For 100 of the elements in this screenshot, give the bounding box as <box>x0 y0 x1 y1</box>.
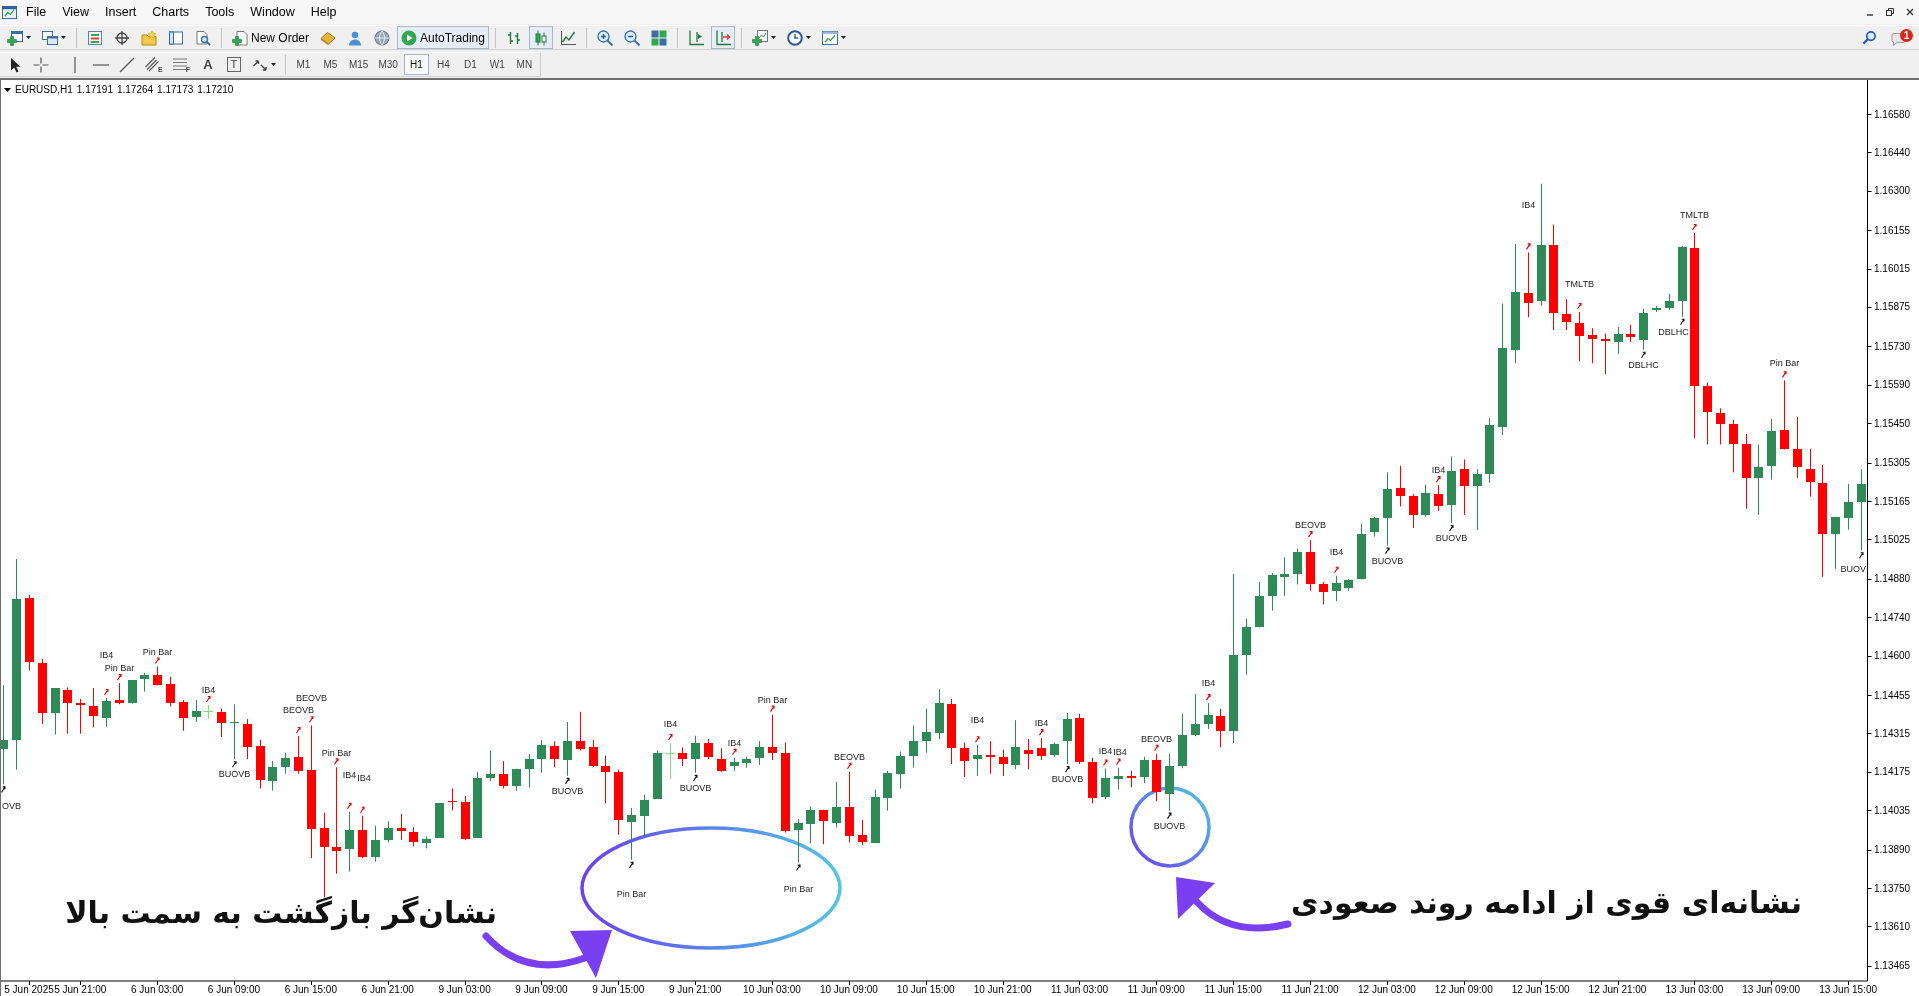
price-label: 1.14035 <box>1874 804 1911 816</box>
candle <box>1370 516 1379 538</box>
pattern-label: BEOVB <box>283 705 314 716</box>
candle <box>640 794 649 838</box>
timeframe-button[interactable]: M15 <box>344 54 373 75</box>
pattern-label: Pin Bar <box>757 694 788 705</box>
pattern-label: BUOV <box>1840 564 1866 575</box>
candle <box>1127 770 1136 788</box>
time-label: 10 Jun 03:00 <box>743 984 801 995</box>
timeframe-button[interactable]: H4 <box>430 54 456 75</box>
menu-item[interactable]: Tools <box>197 2 243 22</box>
candle <box>730 757 739 772</box>
candle <box>653 749 662 800</box>
candle <box>601 755 610 804</box>
candle <box>678 746 687 767</box>
arrow-marker-icon <box>1781 371 1787 378</box>
pattern-label: IB4 <box>1034 718 1049 729</box>
candle <box>1178 713 1187 769</box>
channel-icon <box>145 56 161 73</box>
timeframe-button[interactable]: MN <box>511 54 537 75</box>
pattern-label: Pin Bar <box>104 663 135 674</box>
text-tool[interactable]: A <box>195 53 220 76</box>
timeframe-button[interactable]: H1 <box>403 54 429 75</box>
candle <box>461 795 470 841</box>
time-label: 6 Jun 21:00 <box>361 984 414 995</box>
candle <box>563 721 572 777</box>
price-label: 1.15875 <box>1874 301 1911 313</box>
candle <box>1242 618 1251 676</box>
candle <box>691 735 700 774</box>
close-icon[interactable] <box>1905 7 1915 17</box>
candle <box>89 687 98 728</box>
candle <box>345 811 354 873</box>
pattern-label: BUOVB <box>1371 555 1404 566</box>
candle <box>358 815 367 859</box>
new-order-button[interactable]: New Order <box>228 26 313 49</box>
menu-item[interactable]: Help <box>302 2 345 22</box>
menu-item[interactable]: View <box>54 2 98 22</box>
candle <box>256 739 265 789</box>
arrow-marker-icon <box>1166 812 1172 820</box>
candle <box>858 819 867 846</box>
pattern-label: Pin Bar <box>142 646 173 657</box>
candle <box>922 708 931 754</box>
price-label: 1.15730 <box>1874 341 1911 352</box>
auto-scroll-button[interactable] <box>710 26 735 49</box>
time-label: 12 Jun 21:00 <box>1588 984 1647 995</box>
text-label-tool[interactable]: T <box>221 53 246 76</box>
candle-chart-button[interactable] <box>528 26 553 49</box>
book-icon <box>320 29 336 46</box>
candle <box>1140 756 1149 784</box>
timeframe-button[interactable]: D1 <box>457 54 483 75</box>
candle <box>832 781 841 829</box>
candle <box>1306 539 1315 592</box>
candle <box>909 725 918 769</box>
arrow-marker-icon <box>564 777 570 785</box>
candle <box>973 744 982 777</box>
pattern-label: BUOVB <box>218 769 251 780</box>
candle <box>1255 581 1264 628</box>
pattern-label: IB4 <box>201 685 216 696</box>
pattern-label: IB4 <box>357 773 371 784</box>
candle <box>409 826 418 847</box>
search-icon[interactable] <box>1862 30 1877 45</box>
pattern-label: IB4 <box>99 649 114 660</box>
pattern-label: Pin Bar <box>1769 357 1800 368</box>
candle <box>63 687 72 735</box>
candle <box>153 666 162 686</box>
arrow-marker-icon <box>205 696 211 703</box>
candle <box>435 802 444 839</box>
chart-symbol: EURUSD,H1 <box>15 84 73 95</box>
timeframe-button[interactable]: M30 <box>374 54 402 75</box>
arrow-marker-icon <box>295 726 301 734</box>
candle <box>1216 708 1225 748</box>
timeframe-button[interactable]: M5 <box>317 54 343 75</box>
menu-item[interactable]: Window <box>242 2 303 22</box>
price-value: 1.17264 <box>116 84 154 95</box>
candle <box>1088 757 1097 804</box>
price-label: 1.14880 <box>1874 573 1911 585</box>
candle <box>1063 712 1072 765</box>
candle <box>1447 455 1456 524</box>
timeframe-button[interactable]: W1 <box>484 54 510 75</box>
autotrading-button[interactable]: AutoTrading <box>397 26 489 49</box>
menu-item[interactable]: Charts <box>144 2 198 22</box>
arrow-marker-icon <box>333 758 339 765</box>
arrow-marker-icon <box>692 774 698 782</box>
candle <box>819 809 828 845</box>
price-value: 1.17191 <box>76 84 113 95</box>
timeframe-button[interactable]: M1 <box>290 54 316 75</box>
caret-icon[interactable] <box>4 87 11 92</box>
menu-item[interactable]: File <box>18 2 55 22</box>
candle <box>1588 327 1597 364</box>
play-icon <box>401 29 417 46</box>
restore-icon[interactable] <box>1885 7 1895 17</box>
stacked-windows-icon <box>42 29 58 46</box>
candle <box>1357 523 1366 580</box>
price-label: 1.16300 <box>1874 185 1911 197</box>
chart-window-icon <box>821 29 838 46</box>
menu-item[interactable]: Insert <box>97 2 145 22</box>
candle <box>1652 305 1661 313</box>
candle <box>1601 333 1610 375</box>
candle <box>1293 548 1302 585</box>
candle <box>1152 753 1161 802</box>
